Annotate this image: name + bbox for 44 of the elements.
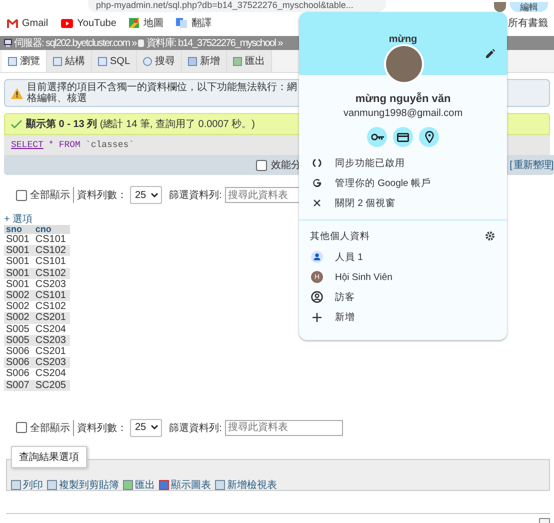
table-cell: CS204 (33, 324, 70, 335)
success-text: 顯示第 0 - 13 列 (總計 14 筆, 查詢用了 0.0007 秒。) (26, 118, 255, 131)
table-cell: CS203 (33, 357, 70, 368)
checkbox-label: 全部顯示 (30, 422, 70, 435)
table-cell: S001 (4, 278, 34, 290)
table-cell: CS102 (33, 301, 70, 312)
table-cell: S001 (4, 268, 34, 279)
table-cell: CS101 (33, 290, 70, 302)
table-cell: S001 (4, 245, 34, 256)
sql-token: * (48, 140, 54, 150)
table-cell: S002 (4, 312, 34, 324)
table-cell: SC205 (33, 380, 70, 391)
table-cell: CS201 (33, 346, 70, 358)
panel-title: 查詢結果選項 (11, 446, 87, 468)
filter-label: 篩選資料列: (169, 188, 222, 202)
section-title: 其他個人資料 (310, 230, 370, 242)
table-cell: CS101 (33, 234, 70, 246)
profile-email: vanmung1998@gmail.com (342, 108, 464, 119)
table-cell-text: S001 (5, 256, 30, 268)
table-cell: S001 (4, 234, 34, 246)
table-cell: S005 (4, 324, 34, 335)
profile-name: mừng nguyễn văn (354, 93, 452, 105)
rows-label: 資料列數： (77, 422, 127, 435)
table-cell: CS201 (33, 312, 70, 324)
table-cell: S005 (4, 334, 34, 346)
rows-label: 資料列數： (77, 188, 127, 202)
table-cell-text: CS204 (34, 368, 67, 380)
table-cell: S006 (4, 357, 34, 368)
table-cell: CS203 (33, 334, 70, 346)
sql-token: `classes` (85, 140, 134, 150)
table-cell-text: S006 (5, 368, 30, 380)
table-cell: CS102 (33, 245, 70, 256)
warning-text: 目前選擇的項目不含獨一的資料欄位，以下功能無法執行：網格編輯、核選 (27, 82, 297, 104)
table-cell: S002 (4, 301, 34, 312)
profile-title: mừng (388, 34, 418, 46)
table-cell-text: CS101 (34, 256, 67, 268)
table-cell: CS203 (33, 278, 70, 290)
table-cell: S002 (4, 290, 34, 302)
table-cell: S007 (4, 380, 34, 391)
table-cell: S006 (4, 346, 34, 358)
checkbox-label: 全部顯示 (30, 188, 70, 202)
sql-token: FROM (58, 140, 80, 150)
table-cell: CS102 (33, 268, 70, 279)
filter-label: 篩選資料列: (169, 422, 222, 435)
